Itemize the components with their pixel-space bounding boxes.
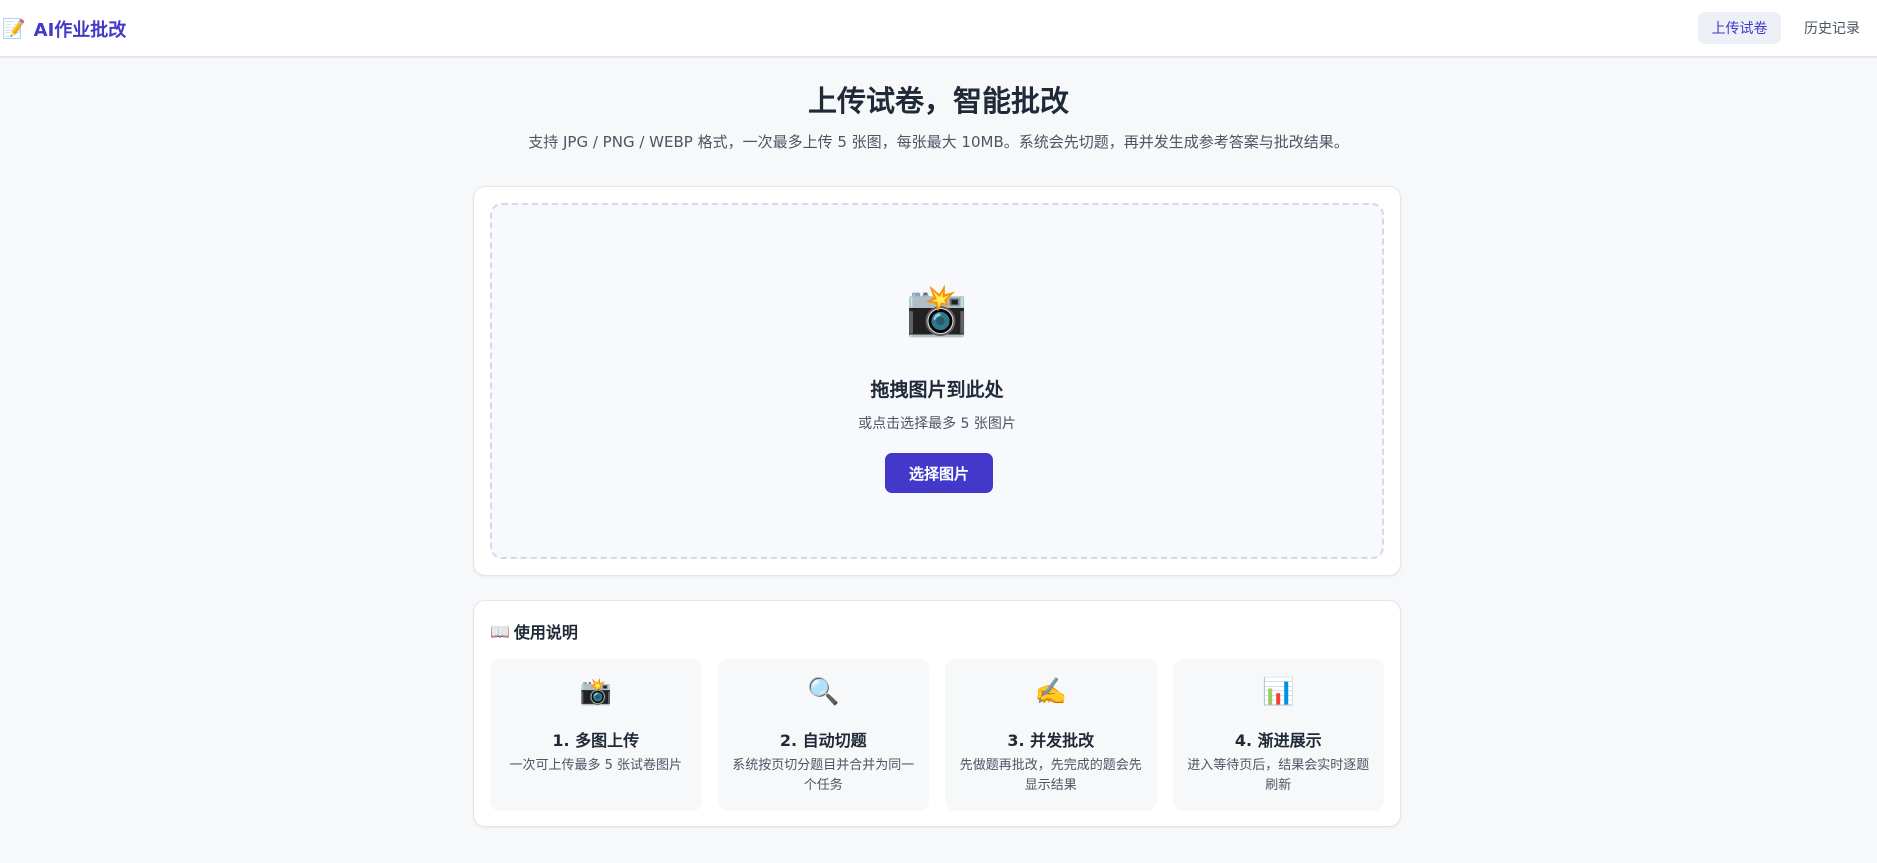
upload-card: 📸 拖拽图片到此处 或点击选择最多 5 张图片 选择图片 — [473, 186, 1401, 576]
image-dropzone[interactable]: 📸 拖拽图片到此处 或点击选择最多 5 张图片 选择图片 — [490, 203, 1384, 559]
guide-heading-text: 使用说明 — [513, 623, 578, 642]
step-title: 1. 多图上传 — [552, 731, 640, 750]
step-card-upload: 📸 1. 多图上传 一次可上传最多 5 张试卷图片 — [490, 659, 702, 811]
step-card-progress: 📊 4. 渐进展示 进入等待页后，结果会实时逐题刷新 — [1172, 659, 1384, 811]
select-images-button[interactable]: 选择图片 — [885, 453, 993, 493]
memo-icon: 📝 — [2, 17, 26, 40]
bar-chart-icon: 📊 — [1262, 677, 1295, 707]
page-subtitle: 支持 JPG / PNG / WEBP 格式，一次最多上传 5 张图，每张最大 … — [528, 133, 1349, 151]
guide-steps: 📸 1. 多图上传 一次可上传最多 5 张试卷图片 🔍 2. 自动切题 系统按页… — [490, 659, 1384, 811]
step-desc: 系统按页切分题目并合并为同一个任务 — [732, 758, 915, 793]
step-desc: 进入等待页后，结果会实时逐题刷新 — [1187, 758, 1370, 793]
dropzone-hint: 或点击选择最多 5 张图片 — [858, 416, 1016, 432]
camera-flash-icon: 📸 — [579, 677, 612, 707]
brand-name: AI作业批改 — [33, 20, 127, 41]
step-title: 3. 并发批改 — [1007, 731, 1095, 750]
camera-flash-icon: 📸 — [905, 281, 969, 339]
top-bar: 📝 AI作业批改 上传试卷 历史记录 — [0, 0, 1877, 58]
open-book-icon: 📖 — [490, 621, 510, 641]
step-desc: 一次可上传最多 5 张试卷图片 — [509, 758, 683, 773]
step-title: 2. 自动切题 — [779, 731, 867, 750]
nav-history[interactable]: 历史记录 — [1796, 12, 1868, 44]
usage-guide-card: 📖 使用说明 📸 1. 多图上传 一次可上传最多 5 张试卷图片 🔍 2. 自动… — [473, 600, 1401, 827]
page-title: 上传试卷，智能批改 — [807, 84, 1069, 118]
writing-hand-icon: ✍️ — [1034, 677, 1067, 707]
magnifier-icon: 🔍 — [807, 677, 840, 707]
step-card-split: 🔍 2. 自动切题 系统按页切分题目并合并为同一个任务 — [717, 659, 929, 811]
nav-upload-exam[interactable]: 上传试卷 — [1698, 12, 1781, 44]
guide-heading: 📖 使用说明 — [490, 619, 578, 643]
step-card-grade: ✍️ 3. 并发批改 先做题再批改，先完成的题会先显示结果 — [945, 659, 1157, 811]
brand[interactable]: 📝 AI作业批改 — [2, 14, 126, 44]
step-title: 4. 渐进展示 — [1234, 731, 1322, 750]
step-desc: 先做题再批改，先完成的题会先显示结果 — [959, 758, 1142, 793]
dropzone-title: 拖拽图片到此处 — [870, 379, 1004, 401]
